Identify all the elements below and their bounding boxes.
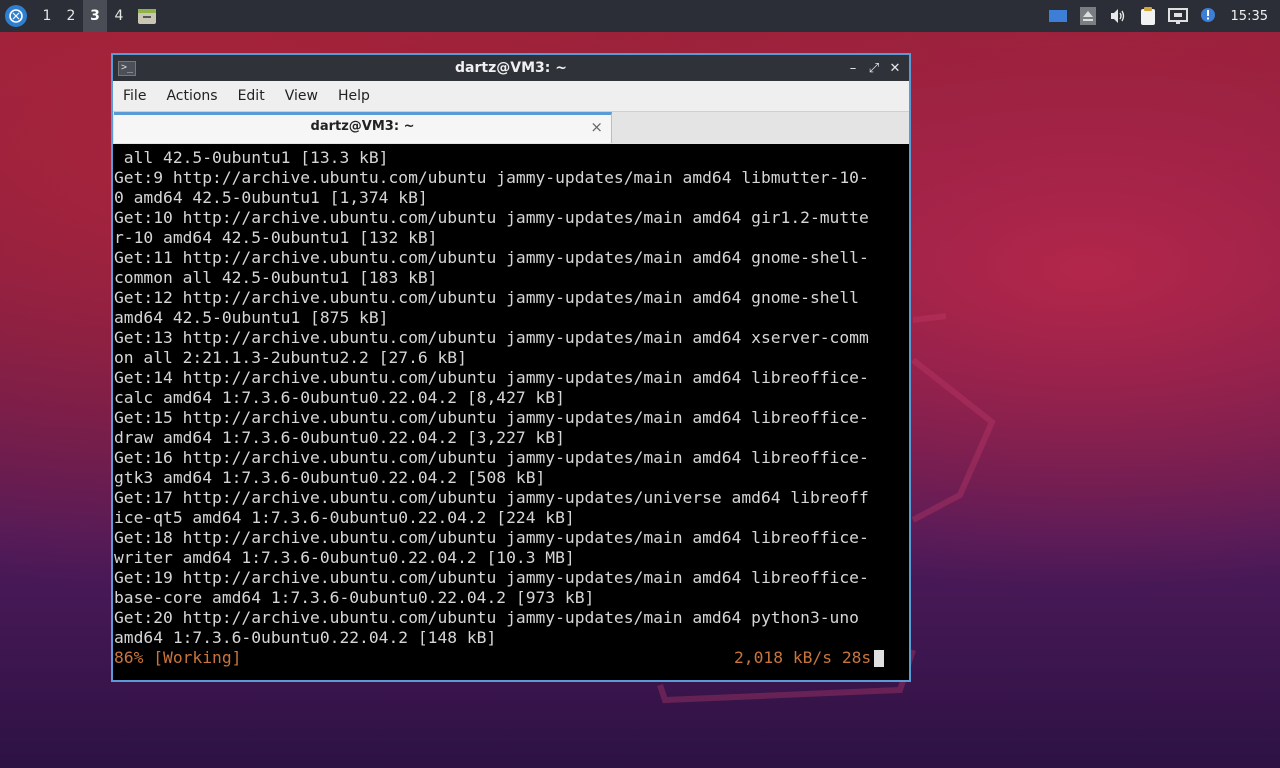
terminal-line: Get:13 http://archive.ubuntu.com/ubuntu … xyxy=(114,328,869,347)
display-icon[interactable] xyxy=(1047,5,1069,27)
clipboard-icon[interactable] xyxy=(1137,5,1159,27)
terminal-line: Get:9 http://archive.ubuntu.com/ubuntu j… xyxy=(114,168,869,187)
top-panel: 1 2 3 4 15:35 xyxy=(0,0,1280,32)
workspace-4[interactable]: 4 xyxy=(107,0,131,32)
tab-terminal[interactable]: dartz@VM3: ~ × xyxy=(114,112,612,143)
tab-label: dartz@VM3: ~ xyxy=(310,119,415,134)
eject-icon[interactable] xyxy=(1077,5,1099,27)
volume-icon[interactable] xyxy=(1107,5,1129,27)
menubar: File Actions Edit View Help xyxy=(113,81,909,112)
terminal-line: common all 42.5-0ubuntu1 [183 kB] xyxy=(114,268,438,287)
terminal-line: draw amd64 1:7.3.6-0ubuntu0.22.04.2 [3,2… xyxy=(114,428,565,447)
system-tray: 15:35 xyxy=(1047,0,1280,32)
terminal-cursor xyxy=(874,650,884,667)
notification-icon[interactable] xyxy=(1197,5,1219,27)
menu-file[interactable]: File xyxy=(113,81,156,111)
menu-actions[interactable]: Actions xyxy=(156,81,227,111)
menu-edit[interactable]: Edit xyxy=(228,81,275,111)
terminal-line: Get:11 http://archive.ubuntu.com/ubuntu … xyxy=(114,248,869,267)
menu-view[interactable]: View xyxy=(275,81,328,111)
close-button[interactable]: ✕ xyxy=(885,58,905,78)
tab-bar: dartz@VM3: ~ × xyxy=(113,112,909,145)
workspace-1[interactable]: 1 xyxy=(35,0,59,32)
terminal-line: gtk3 amd64 1:7.3.6-0ubuntu0.22.04.2 [508… xyxy=(114,468,546,487)
terminal-window: >_ dartz@VM3: ~ – ⤢ ✕ File Actions Edit … xyxy=(111,53,911,682)
terminal-lines: all 42.5-0ubuntu1 [13.3 kB] Get:9 http://… xyxy=(114,148,869,648)
window-controls: – ⤢ ✕ xyxy=(842,55,905,81)
terminal-line: base-core amd64 1:7.3.6-0ubuntu0.22.04.2… xyxy=(114,588,595,607)
terminal-line: 0 amd64 42.5-0ubuntu1 [1,374 kB] xyxy=(114,188,428,207)
minimize-button[interactable]: – xyxy=(843,58,863,78)
terminal-line: ice-qt5 amd64 1:7.3.6-0ubuntu0.22.04.2 [… xyxy=(114,508,575,527)
progress-status: 86% [Working] xyxy=(114,648,242,667)
download-speed: 2,018 kB/s 28s xyxy=(734,648,872,667)
terminal-line: on all 2:21.1.3-2ubuntu2.2 [27.6 kB] xyxy=(114,348,467,367)
terminal-line: Get:14 http://archive.ubuntu.com/ubuntu … xyxy=(114,368,869,387)
terminal-line: Get:10 http://archive.ubuntu.com/ubuntu … xyxy=(114,208,869,227)
terminal-line: r-10 amd64 42.5-0ubuntu1 [132 kB] xyxy=(114,228,438,247)
terminal-line: amd64 42.5-0ubuntu1 [875 kB] xyxy=(114,308,389,327)
terminal-output[interactable]: all 42.5-0ubuntu1 [13.3 kB] Get:9 http://… xyxy=(113,144,909,680)
terminal-line: Get:18 http://archive.ubuntu.com/ubuntu … xyxy=(114,528,869,547)
clock[interactable]: 15:35 xyxy=(1231,9,1268,24)
workspace-switcher: 1 2 3 4 xyxy=(35,0,131,32)
terminal-line: all 42.5-0ubuntu1 [13.3 kB] xyxy=(114,148,389,167)
tab-close-icon[interactable]: × xyxy=(590,118,603,136)
window-titlebar[interactable]: >_ dartz@VM3: ~ – ⤢ ✕ xyxy=(113,55,909,81)
terminal-line: Get:19 http://archive.ubuntu.com/ubuntu … xyxy=(114,568,869,587)
terminal-line: writer amd64 1:7.3.6-0ubuntu0.22.04.2 [1… xyxy=(114,548,575,567)
terminal-line: calc amd64 1:7.3.6-0ubuntu0.22.04.2 [8,4… xyxy=(114,388,565,407)
workspace-2[interactable]: 2 xyxy=(59,0,83,32)
network-icon[interactable] xyxy=(1167,5,1189,27)
window-title: dartz@VM3: ~ xyxy=(455,60,567,76)
whisker-menu-icon[interactable] xyxy=(5,5,27,27)
terminal-line: Get:15 http://archive.ubuntu.com/ubuntu … xyxy=(114,408,869,427)
terminal-line: Get:17 http://archive.ubuntu.com/ubuntu … xyxy=(114,488,869,507)
workspace-3[interactable]: 3 xyxy=(83,0,107,32)
terminal-line: Get:20 http://archive.ubuntu.com/ubuntu … xyxy=(114,608,859,627)
terminal-line: amd64 1:7.3.6-0ubuntu0.22.04.2 [148 kB] xyxy=(114,628,497,647)
terminal-line: Get:16 http://archive.ubuntu.com/ubuntu … xyxy=(114,448,869,467)
maximize-button[interactable]: ⤢ xyxy=(864,58,884,78)
file-manager-icon[interactable] xyxy=(137,6,157,26)
menu-help[interactable]: Help xyxy=(328,81,380,111)
terminal-icon[interactable]: >_ xyxy=(118,60,136,76)
terminal-line: Get:12 http://archive.ubuntu.com/ubuntu … xyxy=(114,288,859,307)
